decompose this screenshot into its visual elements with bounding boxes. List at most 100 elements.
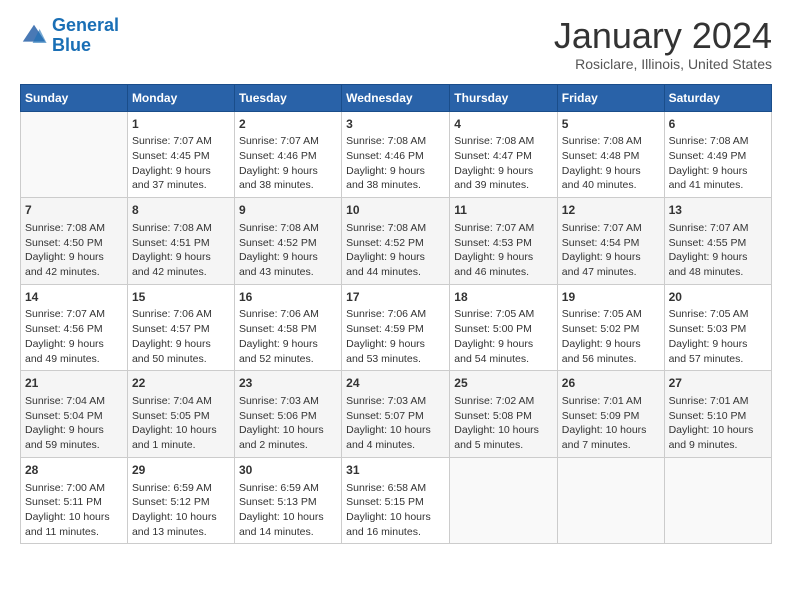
daylight-text: Daylight: 9 hours and 40 minutes. [562, 164, 660, 193]
daylight-text: Daylight: 9 hours and 38 minutes. [239, 164, 337, 193]
daylight-text: Daylight: 9 hours and 41 minutes. [669, 164, 767, 193]
calendar-cell: 20Sunrise: 7:05 AMSunset: 5:03 PMDayligh… [664, 284, 771, 371]
sunset-text: Sunset: 4:53 PM [454, 236, 553, 251]
daylight-text: Daylight: 9 hours and 39 minutes. [454, 164, 553, 193]
day-number: 25 [454, 375, 553, 392]
daylight-text: Daylight: 10 hours and 11 minutes. [25, 510, 123, 539]
calendar-cell [664, 457, 771, 544]
daylight-text: Daylight: 9 hours and 50 minutes. [132, 337, 230, 366]
week-row-4: 21Sunrise: 7:04 AMSunset: 5:04 PMDayligh… [21, 371, 772, 458]
calendar-cell: 16Sunrise: 7:06 AMSunset: 4:58 PMDayligh… [234, 284, 341, 371]
sunset-text: Sunset: 5:00 PM [454, 322, 553, 337]
calendar-cell: 29Sunrise: 6:59 AMSunset: 5:12 PMDayligh… [127, 457, 234, 544]
calendar-cell [557, 457, 664, 544]
header-saturday: Saturday [664, 84, 771, 111]
sunrise-text: Sunrise: 6:59 AM [239, 481, 337, 496]
sunset-text: Sunset: 4:59 PM [346, 322, 445, 337]
sunset-text: Sunset: 4:55 PM [669, 236, 767, 251]
sunset-text: Sunset: 5:13 PM [239, 495, 337, 510]
calendar-cell: 11Sunrise: 7:07 AMSunset: 4:53 PMDayligh… [450, 198, 558, 285]
sunrise-text: Sunrise: 7:08 AM [25, 221, 123, 236]
sunset-text: Sunset: 4:46 PM [346, 149, 445, 164]
sunset-text: Sunset: 4:52 PM [346, 236, 445, 251]
page-header: General Blue January 2024 Rosiclare, Ill… [20, 16, 772, 72]
sunset-text: Sunset: 4:45 PM [132, 149, 230, 164]
daylight-text: Daylight: 9 hours and 37 minutes. [132, 164, 230, 193]
sunrise-text: Sunrise: 7:05 AM [562, 307, 660, 322]
sunrise-text: Sunrise: 7:03 AM [239, 394, 337, 409]
day-number: 29 [132, 462, 230, 479]
logo-text: General Blue [52, 16, 119, 56]
header-monday: Monday [127, 84, 234, 111]
sunset-text: Sunset: 5:03 PM [669, 322, 767, 337]
daylight-text: Daylight: 9 hours and 43 minutes. [239, 250, 337, 279]
daylight-text: Daylight: 10 hours and 9 minutes. [669, 423, 767, 452]
sunset-text: Sunset: 4:49 PM [669, 149, 767, 164]
day-number: 30 [239, 462, 337, 479]
calendar-cell: 15Sunrise: 7:06 AMSunset: 4:57 PMDayligh… [127, 284, 234, 371]
day-number: 2 [239, 116, 337, 133]
sunrise-text: Sunrise: 7:02 AM [454, 394, 553, 409]
daylight-text: Daylight: 9 hours and 44 minutes. [346, 250, 445, 279]
week-row-3: 14Sunrise: 7:07 AMSunset: 4:56 PMDayligh… [21, 284, 772, 371]
sunset-text: Sunset: 4:46 PM [239, 149, 337, 164]
sunset-text: Sunset: 5:04 PM [25, 409, 123, 424]
sunrise-text: Sunrise: 7:08 AM [132, 221, 230, 236]
sunrise-text: Sunrise: 7:04 AM [132, 394, 230, 409]
calendar-cell: 9Sunrise: 7:08 AMSunset: 4:52 PMDaylight… [234, 198, 341, 285]
sunrise-text: Sunrise: 7:08 AM [562, 134, 660, 149]
daylight-text: Daylight: 9 hours and 47 minutes. [562, 250, 660, 279]
day-number: 22 [132, 375, 230, 392]
day-number: 4 [454, 116, 553, 133]
day-number: 24 [346, 375, 445, 392]
calendar-table: SundayMondayTuesdayWednesdayThursdayFrid… [20, 84, 772, 545]
sunrise-text: Sunrise: 7:07 AM [132, 134, 230, 149]
week-row-5: 28Sunrise: 7:00 AMSunset: 5:11 PMDayligh… [21, 457, 772, 544]
daylight-text: Daylight: 9 hours and 57 minutes. [669, 337, 767, 366]
day-number: 9 [239, 202, 337, 219]
header-thursday: Thursday [450, 84, 558, 111]
sunset-text: Sunset: 5:11 PM [25, 495, 123, 510]
day-number: 23 [239, 375, 337, 392]
day-number: 17 [346, 289, 445, 306]
calendar-cell: 23Sunrise: 7:03 AMSunset: 5:06 PMDayligh… [234, 371, 341, 458]
day-number: 14 [25, 289, 123, 306]
sunset-text: Sunset: 5:05 PM [132, 409, 230, 424]
sunrise-text: Sunrise: 7:06 AM [346, 307, 445, 322]
sunset-text: Sunset: 5:07 PM [346, 409, 445, 424]
calendar-cell: 19Sunrise: 7:05 AMSunset: 5:02 PMDayligh… [557, 284, 664, 371]
sunrise-text: Sunrise: 7:08 AM [346, 134, 445, 149]
sunrise-text: Sunrise: 7:08 AM [239, 221, 337, 236]
sunset-text: Sunset: 4:58 PM [239, 322, 337, 337]
day-number: 31 [346, 462, 445, 479]
calendar-cell: 12Sunrise: 7:07 AMSunset: 4:54 PMDayligh… [557, 198, 664, 285]
calendar-cell: 17Sunrise: 7:06 AMSunset: 4:59 PMDayligh… [342, 284, 450, 371]
sunrise-text: Sunrise: 7:06 AM [132, 307, 230, 322]
day-number: 7 [25, 202, 123, 219]
logo-icon [20, 22, 48, 50]
sunset-text: Sunset: 5:09 PM [562, 409, 660, 424]
page-title: January 2024 [554, 16, 772, 56]
sunrise-text: Sunrise: 7:08 AM [669, 134, 767, 149]
sunrise-text: Sunrise: 7:07 AM [562, 221, 660, 236]
week-row-1: 1Sunrise: 7:07 AMSunset: 4:45 PMDaylight… [21, 111, 772, 198]
day-number: 10 [346, 202, 445, 219]
logo-line1: General [52, 15, 119, 35]
daylight-text: Daylight: 9 hours and 56 minutes. [562, 337, 660, 366]
sunrise-text: Sunrise: 7:01 AM [669, 394, 767, 409]
sunset-text: Sunset: 5:02 PM [562, 322, 660, 337]
daylight-text: Daylight: 9 hours and 46 minutes. [454, 250, 553, 279]
day-number: 28 [25, 462, 123, 479]
logo: General Blue [20, 16, 119, 56]
calendar-cell: 25Sunrise: 7:02 AMSunset: 5:08 PMDayligh… [450, 371, 558, 458]
header-wednesday: Wednesday [342, 84, 450, 111]
header-tuesday: Tuesday [234, 84, 341, 111]
day-number: 1 [132, 116, 230, 133]
daylight-text: Daylight: 9 hours and 42 minutes. [25, 250, 123, 279]
calendar-cell: 3Sunrise: 7:08 AMSunset: 4:46 PMDaylight… [342, 111, 450, 198]
calendar-cell [450, 457, 558, 544]
calendar-cell: 7Sunrise: 7:08 AMSunset: 4:50 PMDaylight… [21, 198, 128, 285]
daylight-text: Daylight: 9 hours and 52 minutes. [239, 337, 337, 366]
week-row-2: 7Sunrise: 7:08 AMSunset: 4:50 PMDaylight… [21, 198, 772, 285]
day-number: 27 [669, 375, 767, 392]
